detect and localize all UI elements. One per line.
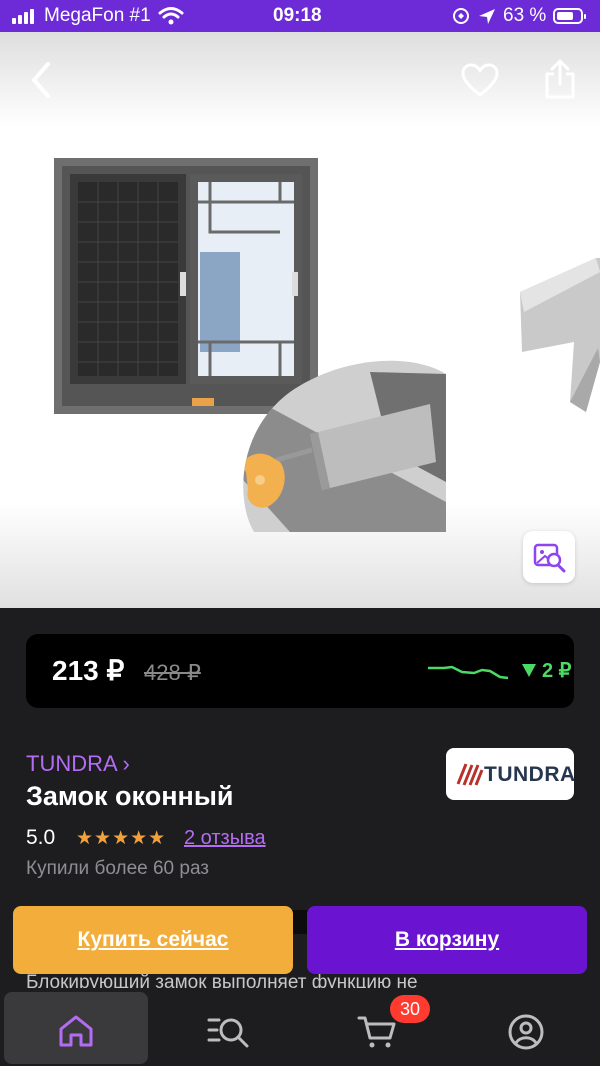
price-down-icon: [522, 664, 536, 677]
cart-count-badge: 30: [390, 995, 430, 1023]
carrier-name: MegaFon #1: [44, 5, 151, 26]
brand-slashes-icon: [456, 763, 484, 786]
status-bar: MegaFon #1 09:18 63 %: [0, 0, 600, 32]
brand-logo-text: TUNDRA: [484, 763, 576, 786]
old-price: 428 ₽: [144, 660, 201, 685]
current-price: 213 ₽: [52, 655, 125, 686]
cellular-signal-icon: [12, 8, 38, 24]
price-delta: 2 ₽: [542, 660, 572, 682]
tab-home[interactable]: [4, 992, 148, 1064]
catalog-search-icon: [207, 1018, 249, 1048]
home-icon: [59, 1015, 93, 1047]
brand-link[interactable]: TUNDRA ›: [26, 751, 130, 777]
product-image-gallery[interactable]: [0, 32, 600, 608]
product-photo: [54, 158, 446, 532]
profile-icon: [508, 1014, 544, 1050]
wifi-icon: [158, 7, 184, 25]
tab-profile[interactable]: [454, 992, 598, 1064]
next-product-photo: [520, 258, 600, 412]
rating-stars: ★★★★★: [76, 828, 167, 849]
price-history-sparkline: [428, 665, 509, 680]
reviews-link[interactable]: 2 отзыва: [184, 827, 266, 850]
tab-bar: [0, 988, 600, 1066]
purchase-count: Купили более 60 раз: [26, 858, 210, 879]
cart-icon: [357, 1016, 396, 1048]
tab-catalog[interactable]: [154, 992, 298, 1064]
battery-percent: 63 %: [503, 5, 547, 26]
clock: 09:18: [273, 5, 322, 26]
add-to-cart-button[interactable]: В корзину: [307, 906, 587, 974]
battery-icon: [553, 8, 586, 24]
buy-now-button[interactable]: Купить сейчас: [13, 906, 293, 974]
brand-logo[interactable]: TUNDRA: [446, 748, 576, 800]
rating-value: 5.0: [26, 826, 56, 849]
chevron-left-icon[interactable]: [26, 60, 56, 100]
location-icon: [453, 8, 495, 24]
product-title: Замок оконный: [26, 781, 234, 811]
image-search-icon: [533, 543, 566, 573]
visual-search-button[interactable]: [523, 531, 575, 583]
share-icon[interactable]: [543, 58, 577, 100]
price-card[interactable]: 213 ₽ 428 ₽ 2 ₽: [26, 634, 574, 708]
heart-icon[interactable]: [460, 62, 500, 98]
